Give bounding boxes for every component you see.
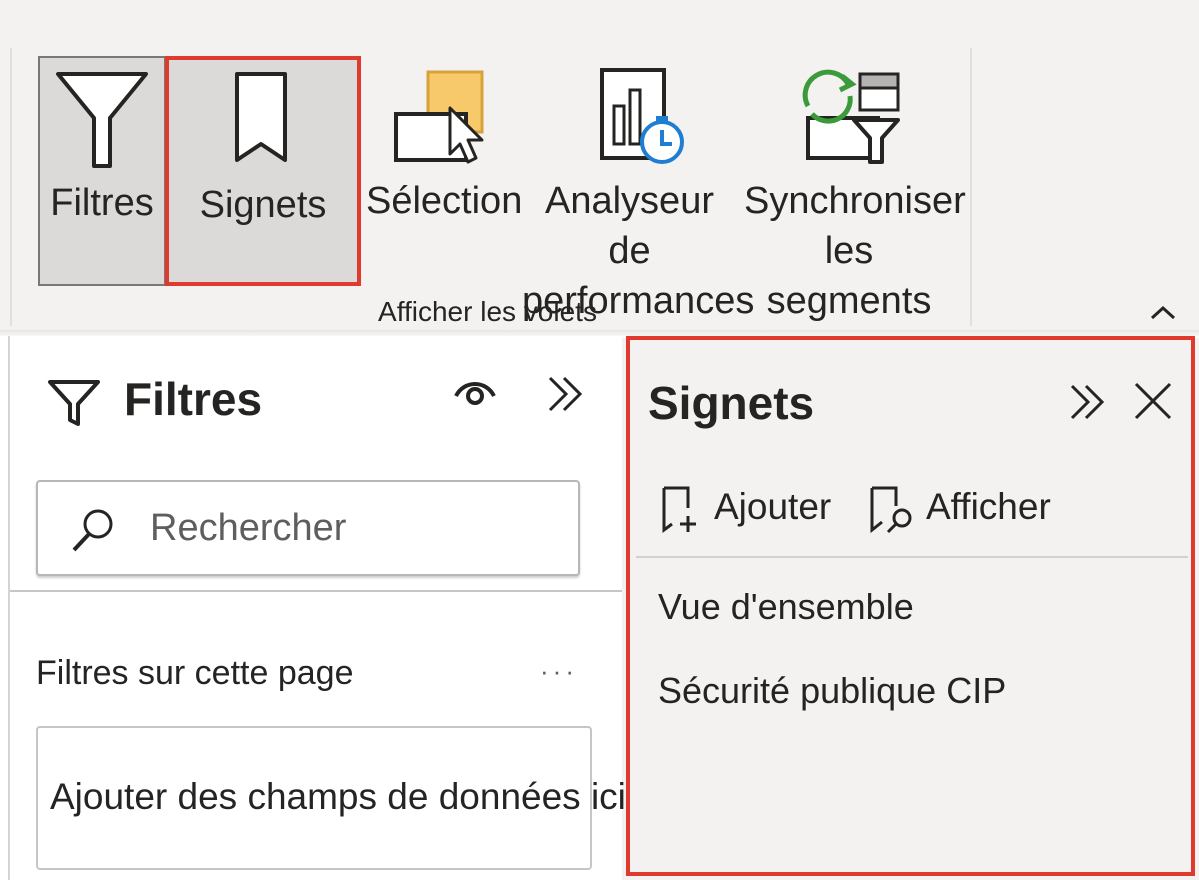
ribbon: Filtres Signets Sélection Analyseur de p… [0,0,1199,330]
selection-icon [394,70,484,164]
more-options-icon[interactable]: ··· [540,656,578,687]
bookmarks-button-label: Signets [199,184,327,226]
sync-slicers-button[interactable]: Synchroniser les segments [744,56,966,322]
filters-section-title: Filtres sur cette page [36,654,354,692]
view-bookmark-label: Afficher [926,486,1051,527]
filters-pane: Filtres Filtres sur cette page ··· Ajout… [0,336,626,880]
pane-border [8,336,10,880]
sync-slicers-icon [802,69,900,164]
filters-button-label: Filtres [50,182,154,224]
performance-analyzer-icon [600,68,684,164]
bookmark-icon [235,72,287,162]
search-input[interactable] [150,500,570,556]
ribbon-separator [970,48,972,326]
filters-pane-title: Filtres [124,373,263,425]
bookmark-item[interactable]: Sécurité publique CIP [658,670,1006,712]
bookmarks-pane-button[interactable]: Signets [165,56,361,286]
add-bookmark-icon [662,486,696,533]
search-icon [72,509,113,552]
filters-pane-button[interactable]: Filtres [38,56,166,286]
bookmarks-pane: Signets Ajouter Afficher Vue d'ensemble … [626,336,1195,876]
bookmarks-pane-title: Signets [648,377,815,429]
close-icon[interactable] [1132,380,1174,422]
filters-search-box[interactable] [36,480,580,576]
ribbon-separator [10,48,12,326]
filter-icon [56,72,148,168]
selection-button-label: Sélection [366,180,523,222]
bookmark-item[interactable]: Vue d'ensemble [658,586,914,628]
selection-pane-button[interactable]: Sélection [366,56,523,286]
ribbon-group-label: Afficher les volets [378,296,597,327]
double-chevron-right-icon[interactable] [1068,380,1112,424]
add-bookmark-label: Ajouter [714,486,832,527]
filter-drop-zone[interactable]: Ajouter des champs de données ici [36,726,626,870]
filter-icon [48,380,100,426]
drop-zone-label: Ajouter des champs de données ici [50,776,626,817]
view-bookmark-icon [870,486,912,534]
eye-icon[interactable] [452,372,498,412]
divider [10,590,622,592]
double-chevron-right-icon[interactable] [546,372,590,416]
divider [636,556,1188,558]
performance-analyzer-button[interactable]: Analyseur de performances [522,56,754,322]
chevron-up-icon[interactable] [1148,300,1178,324]
